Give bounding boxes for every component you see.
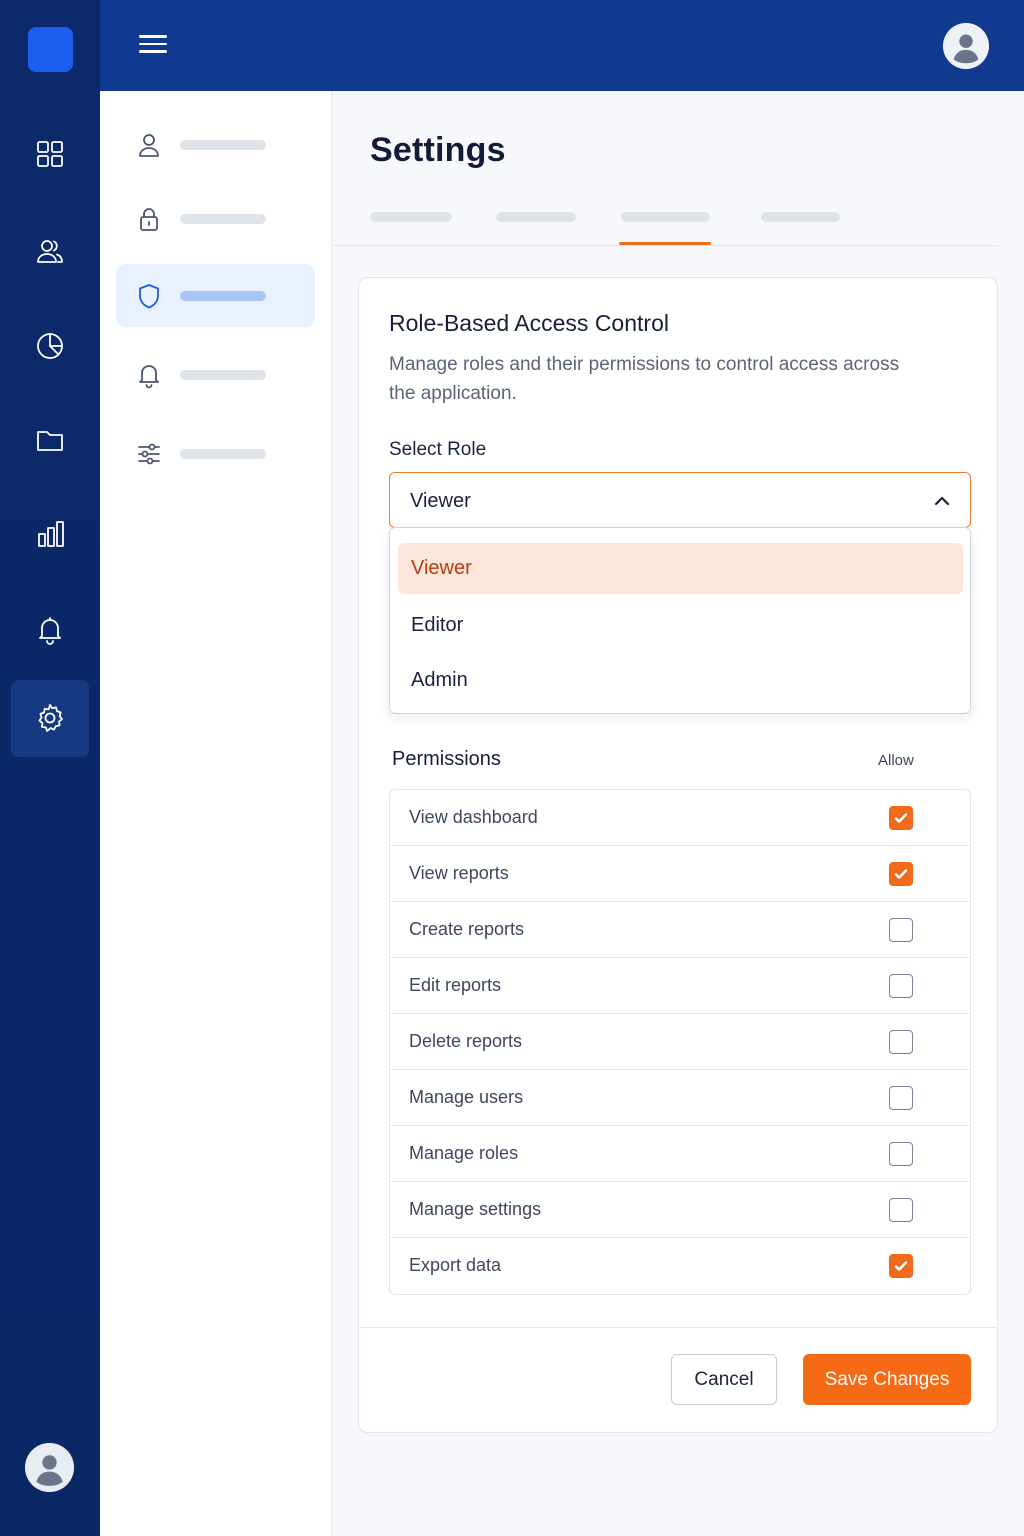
tab-2[interactable] [496,212,576,222]
top-bar [100,0,1024,91]
user-avatar-icon[interactable] [943,23,989,69]
rbac-card: Role-Based Access Control Manage roles a… [358,277,998,1433]
select-role-label: Select Role [389,439,487,460]
sidebar-item-profile[interactable] [116,113,315,176]
permission-row: View reports [390,846,970,902]
permission-checkbox[interactable] [889,862,913,886]
main-content: Settings Role-Based Access Control Manag… [333,91,1024,1536]
permission-label: Manage users [409,1087,524,1107]
cancel-button[interactable]: Cancel [671,1354,777,1405]
settings-tabs [333,201,998,246]
permission-checkbox[interactable] [889,1254,913,1278]
users-icon[interactable] [0,219,100,283]
permission-row: Manage settings [390,1182,970,1238]
user-icon [134,130,164,160]
permission-label: View dashboard [409,807,538,827]
sidebar-item-placeholder [180,213,266,224]
permission-checkbox[interactable] [889,806,913,830]
checkmark-icon [894,1261,908,1271]
permission-row: Manage users [390,1070,970,1126]
sidebar-item-access-control[interactable] [116,264,315,327]
folder-icon[interactable] [0,408,100,472]
sidebar-item-placeholder [180,290,266,301]
card-description: Manage roles and their permissions to co… [389,354,900,404]
tab-4[interactable] [761,212,840,222]
permission-label: Manage roles [409,1143,519,1163]
allow-column-header: Allow [878,752,914,769]
permission-checkbox[interactable] [889,1030,913,1054]
pie-chart-icon[interactable] [0,314,100,378]
role-dropdown-menu: Viewer Editor Admin [389,527,971,714]
role-option-viewer[interactable]: Viewer [398,543,963,594]
save-changes-button[interactable]: Save Changes [803,1354,971,1405]
sidebar-item-preferences[interactable] [116,422,315,485]
permission-label: Manage settings [409,1199,542,1219]
chevron-up-icon [932,491,952,511]
card-title: Role-Based Access Control [389,310,669,336]
permission-checkbox[interactable] [889,1086,913,1110]
bell-icon[interactable] [0,598,100,662]
role-select[interactable]: Viewer [389,472,971,528]
card-footer-divider [359,1327,997,1328]
dashboard-icon[interactable] [0,122,100,186]
user-avatar-icon[interactable] [25,1443,74,1492]
role-select-value: Viewer [410,490,471,512]
bar-chart-icon[interactable] [0,502,100,566]
sliders-icon [134,439,164,469]
role-option-editor[interactable]: Editor [398,600,963,651]
permission-checkbox[interactable] [889,1198,913,1222]
bell-icon [134,360,164,390]
lock-icon [134,204,164,234]
permission-row: View dashboard [390,790,970,846]
app-rail [0,0,100,1536]
permission-checkbox[interactable] [889,1142,913,1166]
permission-label: Create reports [409,919,525,939]
permission-label: Delete reports [409,1031,523,1051]
tab-1[interactable] [370,212,452,222]
permission-row: Manage roles [390,1126,970,1182]
permission-row: Create reports [390,902,970,958]
sidebar-item-security-lock[interactable] [116,187,315,250]
permission-row: Edit reports [390,958,970,1014]
permission-checkbox[interactable] [889,918,913,942]
checkmark-icon [894,869,908,879]
permission-label: View reports [409,863,509,883]
active-tab-indicator [619,242,711,245]
settings-icon[interactable] [0,686,100,750]
sidebar-item-placeholder [180,139,266,150]
hamburger-icon[interactable] [136,30,170,62]
permissions-table: View dashboard View reports Create reports… [389,789,971,1295]
settings-sidebar [100,91,332,1536]
sidebar-item-notifications[interactable] [116,343,315,406]
checkmark-icon [894,813,908,823]
permission-label: Export data [409,1255,502,1275]
sidebar-item-placeholder [180,448,266,459]
permission-checkbox[interactable] [889,974,913,998]
sidebar-item-placeholder [180,369,266,380]
permissions-heading: Permissions [392,748,501,770]
permission-row: Delete reports [390,1014,970,1070]
shield-icon [134,281,164,311]
role-option-admin[interactable]: Admin [398,655,963,706]
permission-row: Export data [390,1238,970,1294]
page-title: Settings [370,131,506,169]
app-logo[interactable] [28,27,73,72]
tab-3-active[interactable] [621,212,710,222]
permission-label: Edit reports [409,975,502,995]
